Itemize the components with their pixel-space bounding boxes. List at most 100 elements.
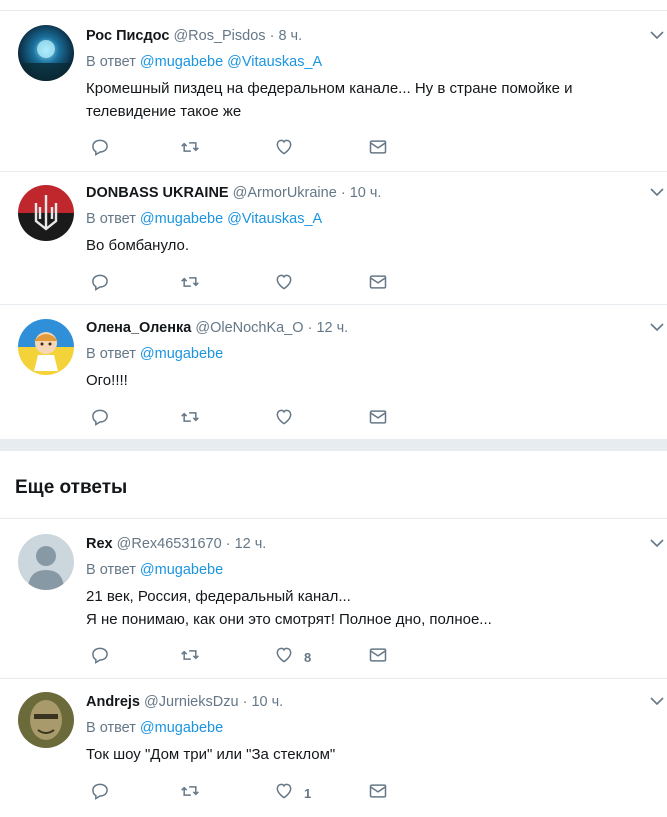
separator-dot: · bbox=[307, 320, 313, 336]
avatar[interactable] bbox=[18, 534, 74, 590]
reply-context: В ответ @mugabebe bbox=[86, 345, 647, 363]
author-name[interactable]: Олена_Оленка bbox=[86, 320, 191, 336]
mention-link[interactable]: @mugabebe bbox=[140, 720, 223, 736]
reply-icon bbox=[90, 407, 110, 432]
retweet-button[interactable] bbox=[180, 645, 200, 669]
reply-prefix: В ответ bbox=[86, 54, 136, 70]
tweet-text: Во бомбануло. bbox=[86, 234, 647, 257]
dm-button[interactable] bbox=[368, 781, 388, 805]
author-name[interactable]: DONBASS UKRAINE bbox=[86, 185, 229, 201]
reply-prefix: В ответ bbox=[86, 211, 136, 227]
dm-button[interactable] bbox=[368, 137, 388, 161]
chevron-down-icon[interactable] bbox=[649, 27, 665, 43]
reply-prefix: В ответ bbox=[86, 562, 136, 578]
mention-link[interactable]: @mugabebe bbox=[140, 54, 223, 70]
separator-dot: · bbox=[340, 185, 346, 201]
reply-button[interactable] bbox=[90, 781, 110, 805]
reply-context: В ответ @mugabebe bbox=[86, 561, 647, 579]
tweet-text: Ток шоу "Дом три" или "За стеклом" bbox=[86, 743, 647, 766]
author-name[interactable]: Rex bbox=[86, 536, 113, 552]
retweet-icon bbox=[180, 407, 200, 432]
dm-button[interactable] bbox=[368, 645, 388, 669]
author-handle[interactable]: @Rex46531670 bbox=[117, 536, 222, 552]
heart-icon bbox=[274, 272, 294, 297]
like-button[interactable]: 1 bbox=[274, 781, 311, 805]
tweet-text-line: 21 век, Россия, федеральный канал... bbox=[86, 588, 351, 605]
timestamp[interactable]: 10 ч. bbox=[251, 694, 283, 710]
retweet-icon bbox=[180, 137, 200, 162]
reply-context: В ответ @mugabebe @Vitauskas_A bbox=[86, 210, 647, 228]
avatar[interactable] bbox=[18, 319, 74, 375]
avatar[interactable] bbox=[18, 692, 74, 748]
envelope-icon bbox=[368, 645, 388, 670]
tweet-text: Кромешный пиздец на федеральном канале..… bbox=[86, 77, 647, 123]
reply-prefix: В ответ bbox=[86, 720, 136, 736]
avatar[interactable] bbox=[18, 25, 74, 81]
mention-link[interactable]: @mugabebe bbox=[140, 562, 223, 578]
chevron-down-icon[interactable] bbox=[649, 319, 665, 335]
author-handle[interactable]: @ArmorUkraine bbox=[233, 185, 337, 201]
tweet-item[interactable]: Олена_Оленка @OleNochKa_O · 12 ч. В отве… bbox=[0, 305, 667, 438]
like-count: 8 bbox=[304, 649, 312, 665]
mention-link[interactable]: @Vitauskas_A bbox=[227, 211, 322, 227]
mention-link[interactable]: @Vitauskas_A bbox=[227, 54, 322, 70]
more-replies-heading: Еще ответы bbox=[15, 477, 128, 498]
like-button[interactable]: 8 bbox=[274, 645, 311, 669]
reply-button[interactable] bbox=[90, 645, 110, 669]
reply-button[interactable] bbox=[90, 137, 110, 161]
retweet-button[interactable] bbox=[180, 137, 200, 161]
like-button[interactable] bbox=[274, 407, 304, 431]
dm-button[interactable] bbox=[368, 407, 388, 431]
heart-icon bbox=[274, 781, 294, 806]
timestamp[interactable]: 10 ч. bbox=[350, 185, 382, 201]
tweet-item[interactable]: Rex @Rex46531670 · 12 ч. В ответ @mugabe… bbox=[0, 519, 667, 679]
heart-icon bbox=[274, 645, 294, 670]
separator-dot: · bbox=[242, 694, 248, 710]
tweet-text-line: Во бомбануло. bbox=[86, 237, 190, 254]
separator-dot: · bbox=[269, 28, 275, 44]
mention-link[interactable]: @mugabebe bbox=[140, 211, 223, 227]
envelope-icon bbox=[368, 272, 388, 297]
tweet-text: 21 век, Россия, федеральный канал... Я н… bbox=[86, 585, 647, 631]
reply-icon bbox=[90, 272, 110, 297]
timestamp[interactable]: 12 ч. bbox=[316, 320, 348, 336]
chevron-down-icon[interactable] bbox=[649, 184, 665, 200]
retweet-icon bbox=[180, 781, 200, 806]
tweet-item[interactable]: Рос Писдос @Ros_Pisdos · 8 ч. В ответ @m… bbox=[0, 11, 667, 172]
separator-dot: · bbox=[225, 536, 231, 552]
retweet-icon bbox=[180, 272, 200, 297]
author-name[interactable]: Andrejs bbox=[86, 694, 140, 710]
author-handle[interactable]: @OleNochKa_O bbox=[195, 320, 303, 336]
author-name[interactable]: Рос Писдос bbox=[86, 28, 169, 44]
mention-link[interactable]: @mugabebe bbox=[140, 346, 223, 362]
reply-icon bbox=[90, 781, 110, 806]
timestamp[interactable]: 8 ч. bbox=[278, 28, 302, 44]
timestamp[interactable]: 12 ч. bbox=[235, 536, 267, 552]
avatar[interactable] bbox=[18, 185, 74, 241]
like-button[interactable] bbox=[274, 272, 304, 296]
reply-button[interactable] bbox=[90, 272, 110, 296]
reply-icon bbox=[90, 137, 110, 162]
dm-button[interactable] bbox=[368, 272, 388, 296]
retweet-button[interactable] bbox=[180, 781, 200, 805]
chevron-down-icon[interactable] bbox=[649, 693, 665, 709]
reply-prefix: В ответ bbox=[86, 346, 136, 362]
envelope-icon bbox=[368, 137, 388, 162]
tweet-text: Ого!!!! bbox=[86, 369, 647, 392]
heart-icon bbox=[274, 137, 294, 162]
tweet-item[interactable]: DONBASS UKRAINE @ArmorUkraine · 10 ч. В … bbox=[0, 172, 667, 305]
retweet-button[interactable] bbox=[180, 407, 200, 431]
author-handle[interactable]: @JurnieksDzu bbox=[144, 694, 239, 710]
reply-button[interactable] bbox=[90, 407, 110, 431]
tweet-item[interactable]: Andrejs @JurnieksDzu · 10 ч. В ответ @mu… bbox=[0, 679, 667, 817]
tweet-text-line: телевидение такое же bbox=[86, 103, 242, 120]
envelope-icon bbox=[368, 407, 388, 432]
like-button[interactable] bbox=[274, 137, 304, 161]
reply-icon bbox=[90, 645, 110, 670]
chevron-down-icon[interactable] bbox=[649, 535, 665, 551]
tweet-text-line: Ого!!!! bbox=[86, 372, 128, 389]
like-count: 1 bbox=[304, 785, 312, 801]
author-handle[interactable]: @Ros_Pisdos bbox=[173, 28, 265, 44]
retweet-button[interactable] bbox=[180, 272, 200, 296]
heart-icon bbox=[274, 407, 294, 432]
